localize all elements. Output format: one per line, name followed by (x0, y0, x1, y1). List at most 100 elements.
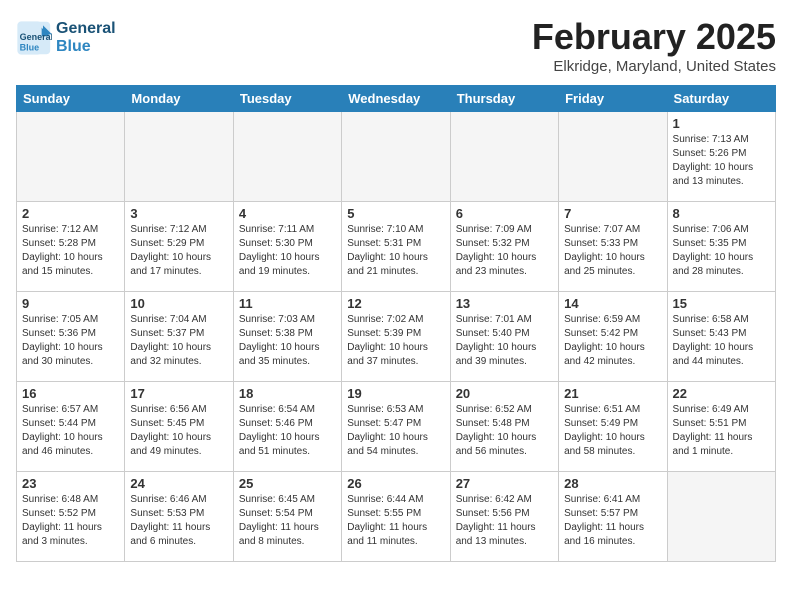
day-info: Sunrise: 7:07 AM Sunset: 5:33 PM Dayligh… (564, 223, 661, 279)
day-info: Sunrise: 6:53 AM Sunset: 5:47 PM Dayligh… (347, 403, 444, 459)
calendar-cell: 15Sunrise: 6:58 AM Sunset: 5:43 PM Dayli… (667, 292, 775, 382)
day-info: Sunrise: 7:05 AM Sunset: 5:36 PM Dayligh… (22, 313, 119, 369)
day-number: 18 (239, 386, 336, 401)
calendar-title: February 2025 (532, 16, 776, 58)
day-info: Sunrise: 6:52 AM Sunset: 5:48 PM Dayligh… (456, 403, 553, 459)
day-number: 14 (564, 296, 661, 311)
calendar-cell (450, 112, 558, 202)
day-number: 22 (673, 386, 770, 401)
calendar-cell: 11Sunrise: 7:03 AM Sunset: 5:38 PM Dayli… (233, 292, 341, 382)
calendar-cell: 19Sunrise: 6:53 AM Sunset: 5:47 PM Dayli… (342, 382, 450, 472)
week-row-4: 23 Sunrise: 6:48 AM Sunset: 5:52 PM Dayli… (17, 472, 776, 562)
day-number: 8 (673, 206, 770, 221)
calendar-cell: 5 Sunrise: 7:10 AM Sunset: 5:31 PM Daylig… (342, 202, 450, 292)
day-number: 2 (22, 206, 119, 221)
calendar-cell (233, 112, 341, 202)
calendar-cell: 2 Sunrise: 7:12 AM Sunset: 5:28 PM Daylig… (17, 202, 125, 292)
day-info: Sunrise: 6:51 AM Sunset: 5:49 PM Dayligh… (564, 403, 661, 459)
day-info: Sunrise: 7:11 AM Sunset: 5:30 PM Dayligh… (239, 223, 336, 279)
day-info: Sunrise: 7:10 AM Sunset: 5:31 PM Dayligh… (347, 223, 444, 279)
day-info: Sunrise: 7:04 AM Sunset: 5:37 PM Dayligh… (130, 313, 227, 369)
day-number: 6 (456, 206, 553, 221)
day-info: Sunrise: 6:41 AM Sunset: 5:57 PM Dayligh… (564, 493, 661, 549)
calendar-cell (559, 112, 667, 202)
day-number: 27 (456, 476, 553, 491)
weekday-header-monday: Monday (125, 86, 233, 112)
calendar-cell: 3 Sunrise: 7:12 AM Sunset: 5:29 PM Daylig… (125, 202, 233, 292)
day-number: 1 (673, 116, 770, 131)
day-number: 15 (673, 296, 770, 311)
day-number: 26 (347, 476, 444, 491)
day-info: Sunrise: 6:48 AM Sunset: 5:52 PM Dayligh… (22, 493, 119, 549)
day-info: Sunrise: 6:54 AM Sunset: 5:46 PM Dayligh… (239, 403, 336, 459)
svg-text:Blue: Blue (20, 43, 40, 53)
calendar-cell: 23 Sunrise: 6:48 AM Sunset: 5:52 PM Dayli… (17, 472, 125, 562)
week-row-1: 2 Sunrise: 7:12 AM Sunset: 5:28 PM Daylig… (17, 202, 776, 292)
day-info: Sunrise: 6:56 AM Sunset: 5:45 PM Dayligh… (130, 403, 227, 459)
logo-text-blue: Blue (56, 38, 116, 56)
title-area: February 2025 Elkridge, Maryland, United… (532, 16, 776, 75)
day-number: 12 (347, 296, 444, 311)
day-info: Sunrise: 7:12 AM Sunset: 5:29 PM Dayligh… (130, 223, 227, 279)
day-info: Sunrise: 6:44 AM Sunset: 5:55 PM Dayligh… (347, 493, 444, 549)
day-info: Sunrise: 6:59 AM Sunset: 5:42 PM Dayligh… (564, 313, 661, 369)
weekday-header-sunday: Sunday (17, 86, 125, 112)
calendar-cell: 6 Sunrise: 7:09 AM Sunset: 5:32 PM Daylig… (450, 202, 558, 292)
day-info: Sunrise: 6:42 AM Sunset: 5:56 PM Dayligh… (456, 493, 553, 549)
weekday-header-friday: Friday (559, 86, 667, 112)
calendar-cell (342, 112, 450, 202)
day-number: 28 (564, 476, 661, 491)
calendar-cell: 7 Sunrise: 7:07 AM Sunset: 5:33 PM Daylig… (559, 202, 667, 292)
logo-text-general: General (56, 20, 116, 38)
logo-icon: General Blue (16, 20, 52, 56)
day-number: 25 (239, 476, 336, 491)
day-number: 23 (22, 476, 119, 491)
calendar-cell: 1 Sunrise: 7:13 AM Sunset: 5:26 PM Daylig… (667, 112, 775, 202)
weekday-header-row: SundayMondayTuesdayWednesdayThursdayFrid… (17, 86, 776, 112)
calendar-cell: 20Sunrise: 6:52 AM Sunset: 5:48 PM Dayli… (450, 382, 558, 472)
week-row-2: 9 Sunrise: 7:05 AM Sunset: 5:36 PM Daylig… (17, 292, 776, 382)
week-row-3: 16 Sunrise: 6:57 AM Sunset: 5:44 PM Dayli… (17, 382, 776, 472)
day-number: 10 (130, 296, 227, 311)
day-number: 7 (564, 206, 661, 221)
day-info: Sunrise: 6:46 AM Sunset: 5:53 PM Dayligh… (130, 493, 227, 549)
calendar-cell: 8 Sunrise: 7:06 AM Sunset: 5:35 PM Daylig… (667, 202, 775, 292)
calendar-cell: 10 Sunrise: 7:04 AM Sunset: 5:37 PM Dayli… (125, 292, 233, 382)
weekday-header-tuesday: Tuesday (233, 86, 341, 112)
calendar-cell: 28 Sunrise: 6:41 AM Sunset: 5:57 PM Dayli… (559, 472, 667, 562)
calendar-cell: 9 Sunrise: 7:05 AM Sunset: 5:36 PM Daylig… (17, 292, 125, 382)
day-info: Sunrise: 7:09 AM Sunset: 5:32 PM Dayligh… (456, 223, 553, 279)
calendar-cell: 12Sunrise: 7:02 AM Sunset: 5:39 PM Dayli… (342, 292, 450, 382)
day-info: Sunrise: 6:45 AM Sunset: 5:54 PM Dayligh… (239, 493, 336, 549)
day-info: Sunrise: 6:57 AM Sunset: 5:44 PM Dayligh… (22, 403, 119, 459)
day-number: 16 (22, 386, 119, 401)
day-info: Sunrise: 7:12 AM Sunset: 5:28 PM Dayligh… (22, 223, 119, 279)
calendar-cell (125, 112, 233, 202)
day-number: 3 (130, 206, 227, 221)
day-info: Sunrise: 7:01 AM Sunset: 5:40 PM Dayligh… (456, 313, 553, 369)
calendar-cell: 25 Sunrise: 6:45 AM Sunset: 5:54 PM Dayli… (233, 472, 341, 562)
page-header: General Blue General Blue February 2025 … (16, 16, 776, 75)
day-info: Sunrise: 7:03 AM Sunset: 5:38 PM Dayligh… (239, 313, 336, 369)
weekday-header-wednesday: Wednesday (342, 86, 450, 112)
calendar-cell: 13 Sunrise: 7:01 AM Sunset: 5:40 PM Dayli… (450, 292, 558, 382)
calendar-cell: 16 Sunrise: 6:57 AM Sunset: 5:44 PM Dayli… (17, 382, 125, 472)
calendar-cell: 22 Sunrise: 6:49 AM Sunset: 5:51 PM Dayli… (667, 382, 775, 472)
day-info: Sunrise: 7:06 AM Sunset: 5:35 PM Dayligh… (673, 223, 770, 279)
weekday-header-thursday: Thursday (450, 86, 558, 112)
calendar-table: SundayMondayTuesdayWednesdayThursdayFrid… (16, 85, 776, 562)
week-row-0: 1 Sunrise: 7:13 AM Sunset: 5:26 PM Daylig… (17, 112, 776, 202)
day-info: Sunrise: 7:13 AM Sunset: 5:26 PM Dayligh… (673, 133, 770, 189)
calendar-subtitle: Elkridge, Maryland, United States (532, 58, 776, 75)
day-number: 5 (347, 206, 444, 221)
day-number: 24 (130, 476, 227, 491)
calendar-cell: 24 Sunrise: 6:46 AM Sunset: 5:53 PM Dayli… (125, 472, 233, 562)
day-number: 13 (456, 296, 553, 311)
calendar-cell (17, 112, 125, 202)
calendar-cell: 27 Sunrise: 6:42 AM Sunset: 5:56 PM Dayli… (450, 472, 558, 562)
day-number: 9 (22, 296, 119, 311)
calendar-cell: 21Sunrise: 6:51 AM Sunset: 5:49 PM Dayli… (559, 382, 667, 472)
day-info: Sunrise: 6:49 AM Sunset: 5:51 PM Dayligh… (673, 403, 770, 459)
day-number: 17 (130, 386, 227, 401)
calendar-cell: 18 Sunrise: 6:54 AM Sunset: 5:46 PM Dayli… (233, 382, 341, 472)
